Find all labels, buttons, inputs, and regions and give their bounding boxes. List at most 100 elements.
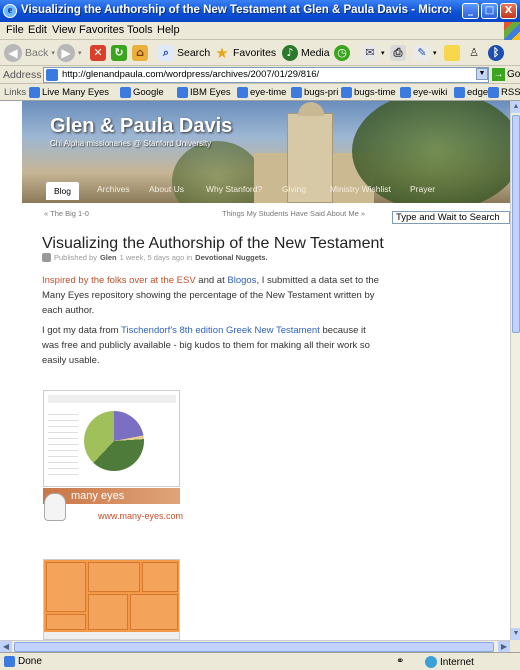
menu-bar: File Edit View Favorites Tools Help: [0, 22, 520, 40]
forward-button[interactable]: ▶ ▾: [57, 43, 82, 63]
scroll-thumb[interactable]: [512, 115, 520, 333]
treemap-block: [46, 562, 86, 612]
page-icon: [4, 656, 15, 667]
home-button[interactable]: ⌂: [132, 43, 148, 63]
treemap-block: [46, 614, 86, 630]
treemap-block: [142, 562, 178, 592]
menu-edit[interactable]: Edit: [28, 24, 47, 36]
nav-why-stanford[interactable]: Why Stanford?: [206, 184, 262, 194]
treemap-block: [88, 562, 140, 592]
history-button[interactable]: ◷: [334, 43, 350, 63]
blogos-link[interactable]: Blogos: [227, 275, 256, 286]
site-header: Glen & Paula Davis Chi Alpha missionarie…: [22, 101, 510, 203]
menu-help[interactable]: Help: [157, 24, 180, 36]
site-title[interactable]: Glen & Paula Davis: [50, 115, 232, 138]
dropdown-arrow-icon: ▾: [433, 50, 437, 57]
tischendorf-link[interactable]: Tischendorf's 8th edition Greek New Test…: [121, 325, 320, 336]
post-paragraph: Inspired by the folks over at the ESV an…: [42, 275, 379, 316]
link-rss[interactable]: RSS: [488, 87, 520, 98]
link-bugs-time[interactable]: bugs-time: [341, 87, 396, 98]
edit-icon: ✎: [414, 45, 430, 61]
scroll-up-icon[interactable]: ▲: [511, 101, 520, 113]
menu-tools[interactable]: Tools: [127, 24, 153, 36]
print-icon: ⎙: [390, 45, 406, 61]
link-ibm-eyes[interactable]: IBM Eyes: [177, 87, 231, 98]
nav-about-us[interactable]: About Us: [149, 184, 184, 194]
search-button[interactable]: ⌕ Search: [158, 43, 210, 63]
print-button[interactable]: ⎙: [390, 43, 406, 63]
maximize-button[interactable]: □: [481, 3, 498, 19]
many-eyes-link[interactable]: www.many-eyes.com: [98, 511, 183, 521]
menu-favorites[interactable]: Favorites: [79, 24, 124, 36]
thumbnail-legend: [48, 409, 78, 479]
refresh-icon: ↻: [111, 45, 127, 61]
stop-button[interactable]: ✕: [90, 43, 106, 63]
toolbar: ◀ Back ▾ ▶ ▾ ✕ ↻ ⌂ ⌕ Search ★ Favorites …: [0, 40, 520, 66]
messenger-button[interactable]: ♙: [466, 43, 482, 63]
close-button[interactable]: X: [500, 3, 517, 19]
nav-ministry-wishlist[interactable]: Ministry Wishlist: [330, 184, 391, 194]
stop-icon: ✕: [90, 45, 106, 61]
mail-button[interactable]: ✉ ▾: [362, 43, 385, 63]
vertical-scrollbar[interactable]: ▲ ▼: [510, 101, 520, 640]
address-input[interactable]: http://glenandpaula.com/wordpress/archiv…: [43, 67, 489, 83]
site-tagline: Chi Alpha missionaries @ Stanford Univer…: [50, 139, 212, 148]
page-icon: [237, 87, 248, 98]
category-link[interactable]: Devotional Nuggets.: [195, 253, 268, 262]
esv-link[interactable]: Inspired by the folks over at the ESV: [42, 275, 196, 286]
media-icon: ♪: [282, 45, 298, 61]
pie-chart-image: [84, 411, 144, 471]
nav-archives[interactable]: Archives: [97, 184, 130, 194]
nav-giving[interactable]: Giving: [282, 184, 306, 194]
link-google[interactable]: Google: [120, 87, 164, 98]
minimize-button[interactable]: _: [462, 3, 479, 19]
address-bar: Address http://glenandpaula.com/wordpres…: [0, 66, 520, 84]
dropdown-arrow-icon: ▾: [78, 50, 82, 57]
windows-logo-icon: [504, 22, 520, 40]
nav-blog[interactable]: Blog: [46, 182, 80, 200]
menu-file[interactable]: File: [6, 24, 24, 36]
go-button[interactable]: → Go: [492, 68, 520, 81]
treemap-block: [88, 594, 128, 630]
page-icon: [46, 69, 58, 81]
next-post-link[interactable]: Things My Students Have Said About Me »: [222, 209, 365, 218]
scroll-down-icon[interactable]: ▼: [511, 628, 520, 640]
page-icon: [400, 87, 411, 98]
treemap-thumbnail[interactable]: [43, 559, 180, 640]
media-button[interactable]: ♪ Media: [282, 43, 330, 63]
links-bar: Links Live Many Eyes Google IBM Eyes eye…: [0, 84, 520, 101]
links-label: Links: [4, 87, 27, 98]
horizontal-scrollbar[interactable]: ◀ ▶: [0, 640, 510, 653]
post-title[interactable]: Visualizing the Authorship of the New Te…: [42, 235, 384, 253]
link-live-many-eyes[interactable]: Live Many Eyes: [29, 87, 109, 98]
page-icon: [291, 87, 302, 98]
pie-chart-thumbnail[interactable]: [43, 390, 180, 487]
prev-post-link[interactable]: « The Big 1-0: [44, 209, 89, 218]
star-icon: ★: [215, 44, 229, 62]
forward-arrow-icon: ▶: [57, 44, 75, 62]
link-eye-time[interactable]: eye-time: [237, 87, 286, 98]
notes-button[interactable]: [444, 43, 460, 63]
back-button[interactable]: ◀ Back ▾: [4, 43, 55, 63]
page-icon: [29, 87, 40, 98]
author-link[interactable]: Glen: [100, 253, 117, 262]
menu-view[interactable]: View: [52, 24, 76, 36]
many-eyes-hand-icon: [44, 493, 66, 521]
title-bar: e Visualizing the Authorship of the New …: [0, 0, 520, 22]
favorites-button[interactable]: ★ Favorites: [214, 43, 276, 63]
search-input[interactable]: Type and Wait to Search: [392, 211, 510, 224]
scroll-thumb[interactable]: [14, 642, 494, 652]
window-title: Visualizing the Authorship of the New Te…: [21, 4, 451, 16]
post-icon: [42, 253, 51, 262]
edit-button[interactable]: ✎ ▾: [414, 43, 437, 63]
page-viewport: Glen & Paula Davis Chi Alpha missionarie…: [0, 101, 510, 640]
link-eye-wiki[interactable]: eye-wiki: [400, 87, 447, 98]
globe-icon: [425, 656, 437, 668]
refresh-button[interactable]: ↻: [111, 43, 127, 63]
link-edge[interactable]: edge: [454, 87, 488, 98]
address-dropdown-button[interactable]: ▼: [476, 68, 488, 80]
bluetooth-button[interactable]: ᛒ: [488, 43, 504, 63]
scrollbar-corner: [510, 640, 520, 652]
link-bugs-pri[interactable]: bugs-pri: [291, 87, 338, 98]
nav-prayer[interactable]: Prayer: [410, 184, 435, 194]
